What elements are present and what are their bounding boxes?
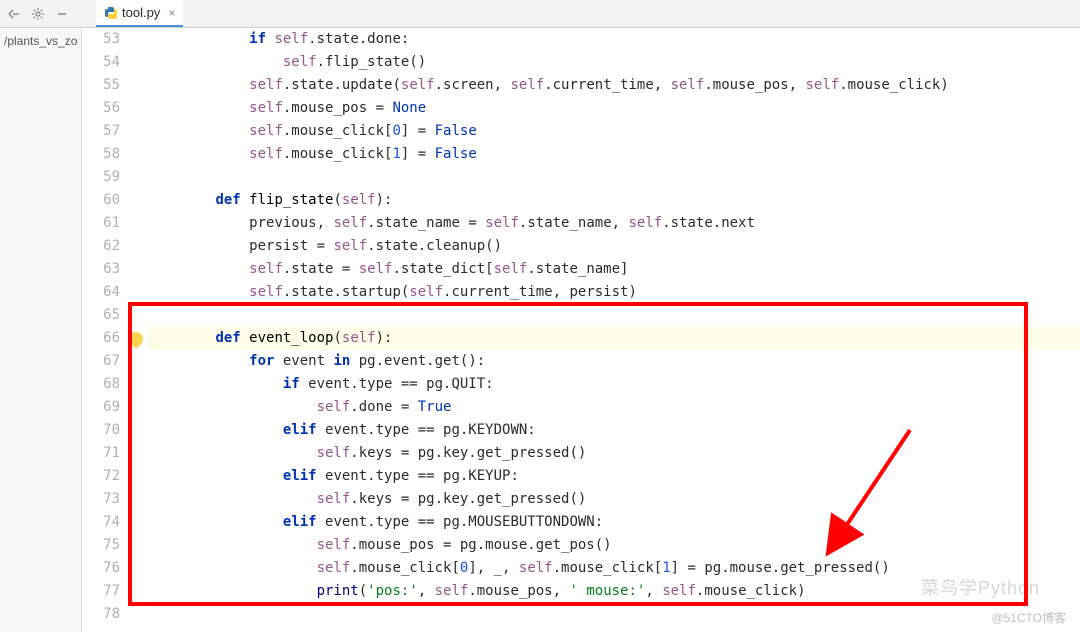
main-area: /plants_vs_zo 53545556575859606162636465… [0, 28, 1080, 632]
code-line[interactable] [148, 603, 1080, 626]
code-line[interactable]: self.keys = pg.key.get_pressed() [148, 442, 1080, 465]
code-line[interactable]: self.keys = pg.key.get_pressed() [148, 488, 1080, 511]
line-number-gutter: 5354555657585960616263646566676869707172… [82, 28, 130, 632]
line-number: 58 [82, 143, 120, 166]
line-number: 61 [82, 212, 120, 235]
line-number: 53 [82, 28, 120, 51]
code-line[interactable]: self.state.startup(self.current_time, pe… [148, 281, 1080, 304]
line-number: 75 [82, 534, 120, 557]
line-number: 54 [82, 51, 120, 74]
python-file-icon [104, 6, 118, 20]
gear-icon[interactable] [28, 4, 48, 24]
project-root-label[interactable]: /plants_vs_zo [0, 32, 81, 50]
file-tab-tool-py[interactable]: tool.py × [96, 0, 183, 27]
code-line[interactable]: self.mouse_click[1] = False [148, 143, 1080, 166]
close-icon[interactable]: × [168, 6, 175, 20]
fold-column [130, 28, 148, 632]
code-line[interactable]: elif event.type == pg.KEYDOWN: [148, 419, 1080, 442]
line-number: 68 [82, 373, 120, 396]
code-line[interactable]: if self.state.done: [148, 28, 1080, 51]
code-line[interactable]: self.state = self.state_dict[self.state_… [148, 258, 1080, 281]
line-number: 77 [82, 580, 120, 603]
code-line[interactable]: self.mouse_pos = None [148, 97, 1080, 120]
line-number: 78 [82, 603, 120, 626]
code-line[interactable]: if event.type == pg.QUIT: [148, 373, 1080, 396]
code-line[interactable]: self.flip_state() [148, 51, 1080, 74]
line-number: 63 [82, 258, 120, 281]
code-line[interactable]: self.state.update(self.screen, self.curr… [148, 74, 1080, 97]
line-number: 65 [82, 304, 120, 327]
line-number: 73 [82, 488, 120, 511]
code-line[interactable]: for event in pg.event.get(): [148, 350, 1080, 373]
tab-filename-label: tool.py [122, 5, 160, 20]
code-content[interactable]: if self.state.done: self.flip_state() se… [148, 28, 1080, 632]
code-line[interactable]: def flip_state(self): [148, 189, 1080, 212]
code-line[interactable] [148, 304, 1080, 327]
line-number: 60 [82, 189, 120, 212]
intention-bulb-icon[interactable] [126, 329, 146, 349]
line-number: 70 [82, 419, 120, 442]
line-number: 56 [82, 97, 120, 120]
line-number: 71 [82, 442, 120, 465]
minus-icon[interactable] [52, 4, 72, 24]
line-number: 66 [82, 327, 120, 350]
code-line[interactable]: self.done = True [148, 396, 1080, 419]
code-line[interactable]: self.mouse_pos = pg.mouse.get_pos() [148, 534, 1080, 557]
line-number: 64 [82, 281, 120, 304]
code-line[interactable]: self.mouse_click[0] = False [148, 120, 1080, 143]
project-sidebar[interactable]: /plants_vs_zo [0, 28, 82, 632]
watermark-text: @51CTO博客 [991, 609, 1066, 626]
line-number: 72 [82, 465, 120, 488]
line-number: 69 [82, 396, 120, 419]
tab-bar: tool.py × [96, 0, 183, 27]
line-number: 74 [82, 511, 120, 534]
code-line[interactable]: persist = self.state.cleanup() [148, 235, 1080, 258]
code-editor[interactable]: 5354555657585960616263646566676869707172… [82, 28, 1080, 632]
line-number: 55 [82, 74, 120, 97]
collapse-icon[interactable] [4, 4, 24, 24]
line-number: 62 [82, 235, 120, 258]
code-line[interactable]: elif event.type == pg.MOUSEBUTTONDOWN: [148, 511, 1080, 534]
line-number: 57 [82, 120, 120, 143]
watermark-overlay: 菜鸟学Python [921, 574, 1040, 600]
code-line[interactable]: elif event.type == pg.KEYUP: [148, 465, 1080, 488]
code-line[interactable]: def event_loop(self): [148, 327, 1080, 350]
line-number: 59 [82, 166, 120, 189]
line-number: 76 [82, 557, 120, 580]
code-line[interactable]: previous, self.state_name = self.state_n… [148, 212, 1080, 235]
toolbar: tool.py × [0, 0, 1080, 28]
line-number: 67 [82, 350, 120, 373]
code-line[interactable] [148, 166, 1080, 189]
